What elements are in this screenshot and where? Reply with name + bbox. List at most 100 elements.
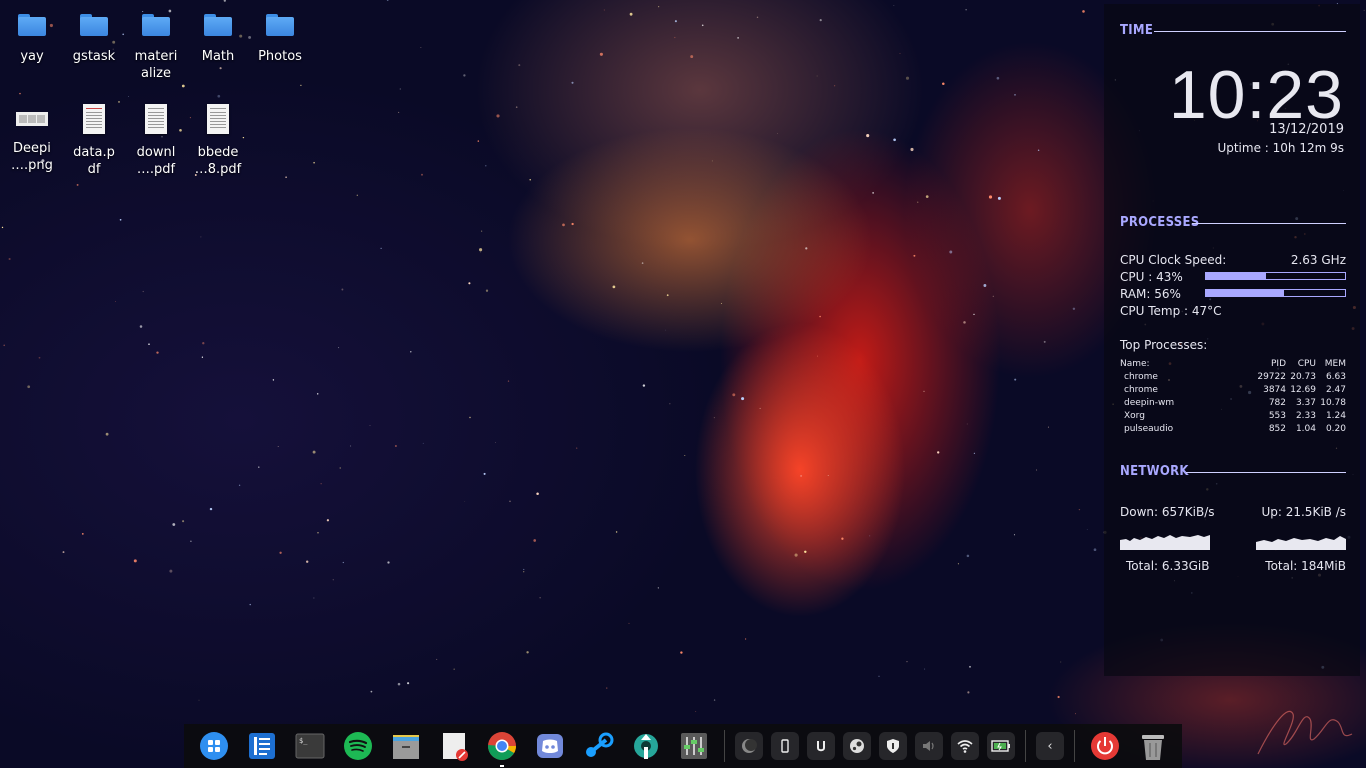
star — [665, 329, 666, 331]
process-name: Xorg — [1124, 411, 1145, 421]
star — [148, 343, 150, 346]
star — [805, 247, 808, 250]
star — [529, 179, 531, 181]
files-icon — [249, 733, 275, 759]
star — [641, 262, 644, 264]
star — [599, 52, 603, 56]
steam-tray-button[interactable] — [843, 732, 871, 760]
files-button[interactable] — [241, 724, 283, 768]
star — [966, 554, 970, 558]
header-cpu: CPU — [1297, 359, 1316, 369]
star — [1014, 94, 1016, 96]
star — [680, 651, 683, 654]
discord-button[interactable] — [529, 724, 571, 768]
star — [744, 638, 747, 640]
star — [819, 315, 821, 318]
star — [1086, 529, 1088, 530]
star — [464, 501, 466, 502]
star — [386, 0, 389, 1]
star — [312, 450, 316, 454]
star — [480, 251, 481, 253]
star — [81, 533, 84, 535]
star — [629, 12, 633, 16]
process-row: deepin-wm 782 3.37 10.78 — [1120, 397, 1346, 410]
star — [777, 133, 778, 134]
pdf-thumbnail-icon — [83, 104, 105, 134]
battery-button[interactable] — [987, 732, 1015, 760]
star — [893, 138, 896, 142]
star — [422, 442, 424, 444]
star — [800, 474, 803, 477]
trash-button[interactable] — [1132, 724, 1174, 768]
desktop-folder-gstask[interactable]: gstask — [63, 0, 125, 65]
star — [523, 568, 525, 570]
star — [878, 675, 880, 677]
launcher-button[interactable] — [193, 724, 235, 768]
star — [674, 20, 677, 23]
unity-hub-button[interactable] — [807, 732, 835, 760]
text-editor-button[interactable] — [433, 724, 475, 768]
settings-button[interactable] — [625, 724, 667, 768]
download-total: Total: 6.33GiB — [1126, 559, 1210, 573]
star — [1043, 340, 1046, 343]
star — [133, 559, 137, 563]
section-divider — [1154, 31, 1346, 32]
desktop-file-bbede-pdf[interactable]: bbede …8.pdf — [187, 94, 249, 178]
folder-icon — [18, 14, 46, 36]
desktop-file-data-pdf[interactable]: data.p df — [63, 94, 125, 178]
star — [496, 114, 500, 118]
star — [997, 196, 1001, 200]
desktop-icon-label: data.p df — [73, 145, 115, 177]
night-mode-button[interactable] — [735, 732, 763, 760]
desktop-icon-label: Photos — [258, 49, 302, 64]
terminal-button[interactable]: $_ — [289, 724, 331, 768]
volume-icon — [923, 741, 934, 751]
star — [313, 161, 315, 164]
star — [169, 569, 173, 573]
volume-button[interactable] — [915, 732, 943, 760]
star — [657, 587, 659, 589]
archive-manager-button[interactable] — [385, 724, 427, 768]
process-cpu: 1.04 — [1295, 424, 1316, 434]
star — [338, 347, 340, 349]
star — [463, 74, 466, 77]
star — [453, 668, 456, 670]
spotify-button[interactable] — [337, 724, 379, 768]
desktop-folder-math[interactable]: Math — [187, 0, 249, 65]
phone-button[interactable] — [771, 732, 799, 760]
steam-button[interactable] — [577, 724, 619, 768]
star — [481, 230, 483, 232]
settings-icon — [634, 734, 658, 759]
star — [658, 6, 660, 8]
desktop-file-download-pdf[interactable]: downl ….pdf — [125, 94, 187, 178]
star — [872, 192, 874, 194]
collapse-tray-button[interactable]: ‹ — [1036, 732, 1064, 760]
star — [642, 384, 646, 387]
star — [479, 248, 483, 252]
ram-usage-bar — [1205, 289, 1346, 297]
desktop-folder-materialize[interactable]: materi alize — [125, 0, 187, 82]
desktop-folder-yay[interactable]: yay — [1, 0, 63, 65]
star — [1037, 149, 1040, 152]
star — [3, 344, 5, 347]
star — [612, 285, 616, 289]
star — [201, 356, 204, 358]
star — [277, 446, 279, 448]
star — [182, 520, 185, 523]
process-pid: 553 — [1268, 411, 1286, 421]
desktop-file-deepin-png[interactable]: Deepi ….png — [1, 94, 63, 174]
vpn-button[interactable] — [879, 732, 907, 760]
desktop-folder-photos[interactable]: Photos — [249, 0, 311, 65]
star — [316, 393, 319, 395]
chrome-button[interactable] — [481, 724, 523, 768]
star — [819, 19, 822, 22]
folder-icon — [266, 14, 294, 36]
wifi-button[interactable] — [951, 732, 979, 760]
mixer-button[interactable] — [673, 724, 715, 768]
power-button[interactable] — [1084, 724, 1126, 768]
star — [279, 551, 282, 554]
cpu-temp-label: CPU Temp : 47°C — [1120, 304, 1222, 318]
dock-separator — [1025, 730, 1026, 762]
process-pid: 29722 — [1257, 372, 1286, 382]
star — [942, 82, 945, 86]
